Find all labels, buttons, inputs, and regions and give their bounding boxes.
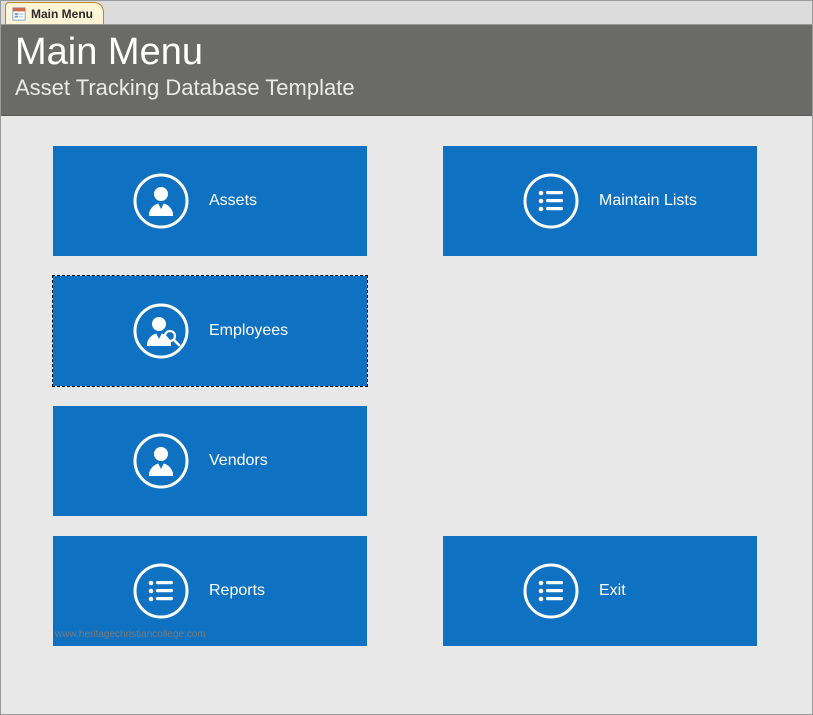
empty-cell (443, 406, 757, 516)
tile-label: Assets (209, 192, 257, 210)
tab-label: Main Menu (31, 7, 93, 21)
user-search-circle-icon (133, 303, 189, 359)
tile-employees[interactable]: Employees (53, 276, 367, 386)
tile-label: Reports (209, 582, 265, 600)
page-subtitle: Asset Tracking Database Template (15, 75, 798, 101)
tile-label: Employees (209, 322, 288, 340)
list-circle-icon (523, 173, 579, 229)
tab-bar: Main Menu (1, 1, 812, 25)
watermark: www.heritagechristiancollege.com (55, 629, 206, 640)
tile-label: Exit (599, 582, 626, 600)
form-icon (12, 7, 26, 21)
tile-exit[interactable]: Exit (443, 536, 757, 646)
menu-body: Assets Maintain Lists (1, 116, 812, 646)
page-title: Main Menu (15, 33, 798, 73)
tile-label: Vendors (209, 452, 268, 470)
list-circle-icon (133, 563, 189, 619)
tab-main-menu[interactable]: Main Menu (5, 2, 104, 24)
empty-cell (443, 276, 757, 386)
list-circle-icon (523, 563, 579, 619)
user-tie-circle-icon (133, 433, 189, 489)
tile-label: Maintain Lists (599, 192, 697, 210)
tile-assets[interactable]: Assets (53, 146, 367, 256)
page-header: Main Menu Asset Tracking Database Templa… (1, 25, 812, 116)
tile-maintain-lists[interactable]: Maintain Lists (443, 146, 757, 256)
tile-vendors[interactable]: Vendors (53, 406, 367, 516)
app-window: Main Menu Main Menu Asset Tracking Datab… (0, 0, 813, 715)
user-circle-icon (133, 173, 189, 229)
